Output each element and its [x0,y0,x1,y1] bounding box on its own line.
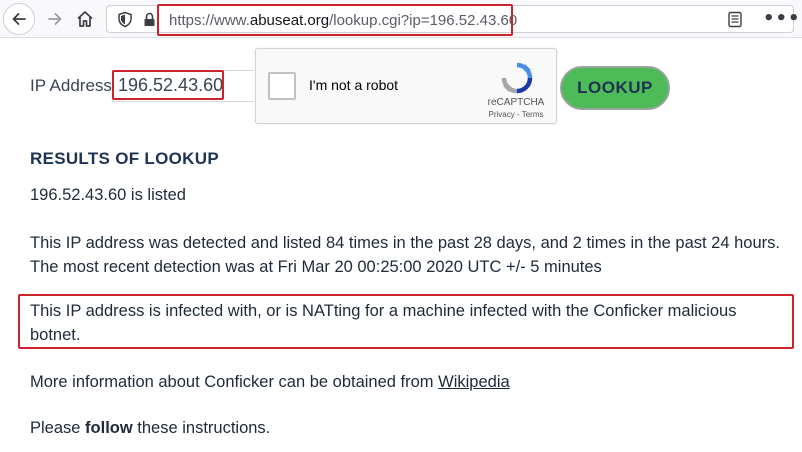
page-content: IP Address: 196.52.43.60 I'm not a robot… [0,38,802,452]
follow-instructions-text: Please follow these instructions. [30,416,790,440]
results-title: RESULTS OF LOOKUP [30,149,219,168]
shield-icon[interactable] [117,11,133,28]
infection-notice: This IP address is infected with, or is … [30,302,737,344]
more-actions-button[interactable]: ••• [763,8,801,29]
detection-details: This IP address was detected and listed … [30,234,780,276]
arrow-left-icon [12,13,26,25]
url-prefix: https://www. [169,12,250,29]
home-icon [77,11,93,27]
follow-link[interactable]: follow [85,419,133,437]
more-info-text: More information about Conficker can be … [30,370,790,394]
recaptcha-widget: I'm not a robot reCAPTCHA Privacy - Term… [255,48,557,124]
wikipedia-link[interactable]: Wikipedia [438,373,510,391]
home-button[interactable] [70,4,100,34]
url-highlight-box: https://www.abuseat.org/lookup.cgi?ip=19… [157,4,517,36]
listed-status: 196.52.43.60 is listed [30,186,186,204]
browser-toolbar: https://www.abuseat.org/lookup.cgi?ip=19… [0,0,802,38]
back-button[interactable] [3,3,35,35]
recaptcha-checkbox[interactable] [268,72,296,100]
ip-highlight-box [112,70,224,100]
more-info-prefix: More information about Conficker can be … [30,373,439,391]
lookup-button[interactable]: LOOKUP [560,66,670,110]
recaptcha-privacy-terms[interactable]: Privacy - Terms [478,110,554,119]
address-bar[interactable]: https://www.abuseat.org/lookup.cgi?ip=19… [106,4,800,36]
url-path: /lookup.cgi?ip=196.52.43.60 [329,12,518,29]
url-domain: abuseat.org [249,12,330,29]
recaptcha-logo-icon [501,62,533,94]
recaptcha-brand: reCAPTCHA [487,97,545,108]
url-text[interactable]: https://www.abuseat.org/lookup.cgi?ip=19… [169,12,517,29]
ip-address-label: IP Address: [30,76,117,95]
recaptcha-label: I'm not a robot [309,77,399,93]
follow-prefix: Please [30,419,86,437]
arrow-right-icon [48,13,62,25]
follow-suffix: these instructions. [132,419,271,437]
reader-view-icon[interactable] [727,11,743,28]
forward-button[interactable] [40,4,70,34]
lock-icon[interactable] [143,12,156,27]
